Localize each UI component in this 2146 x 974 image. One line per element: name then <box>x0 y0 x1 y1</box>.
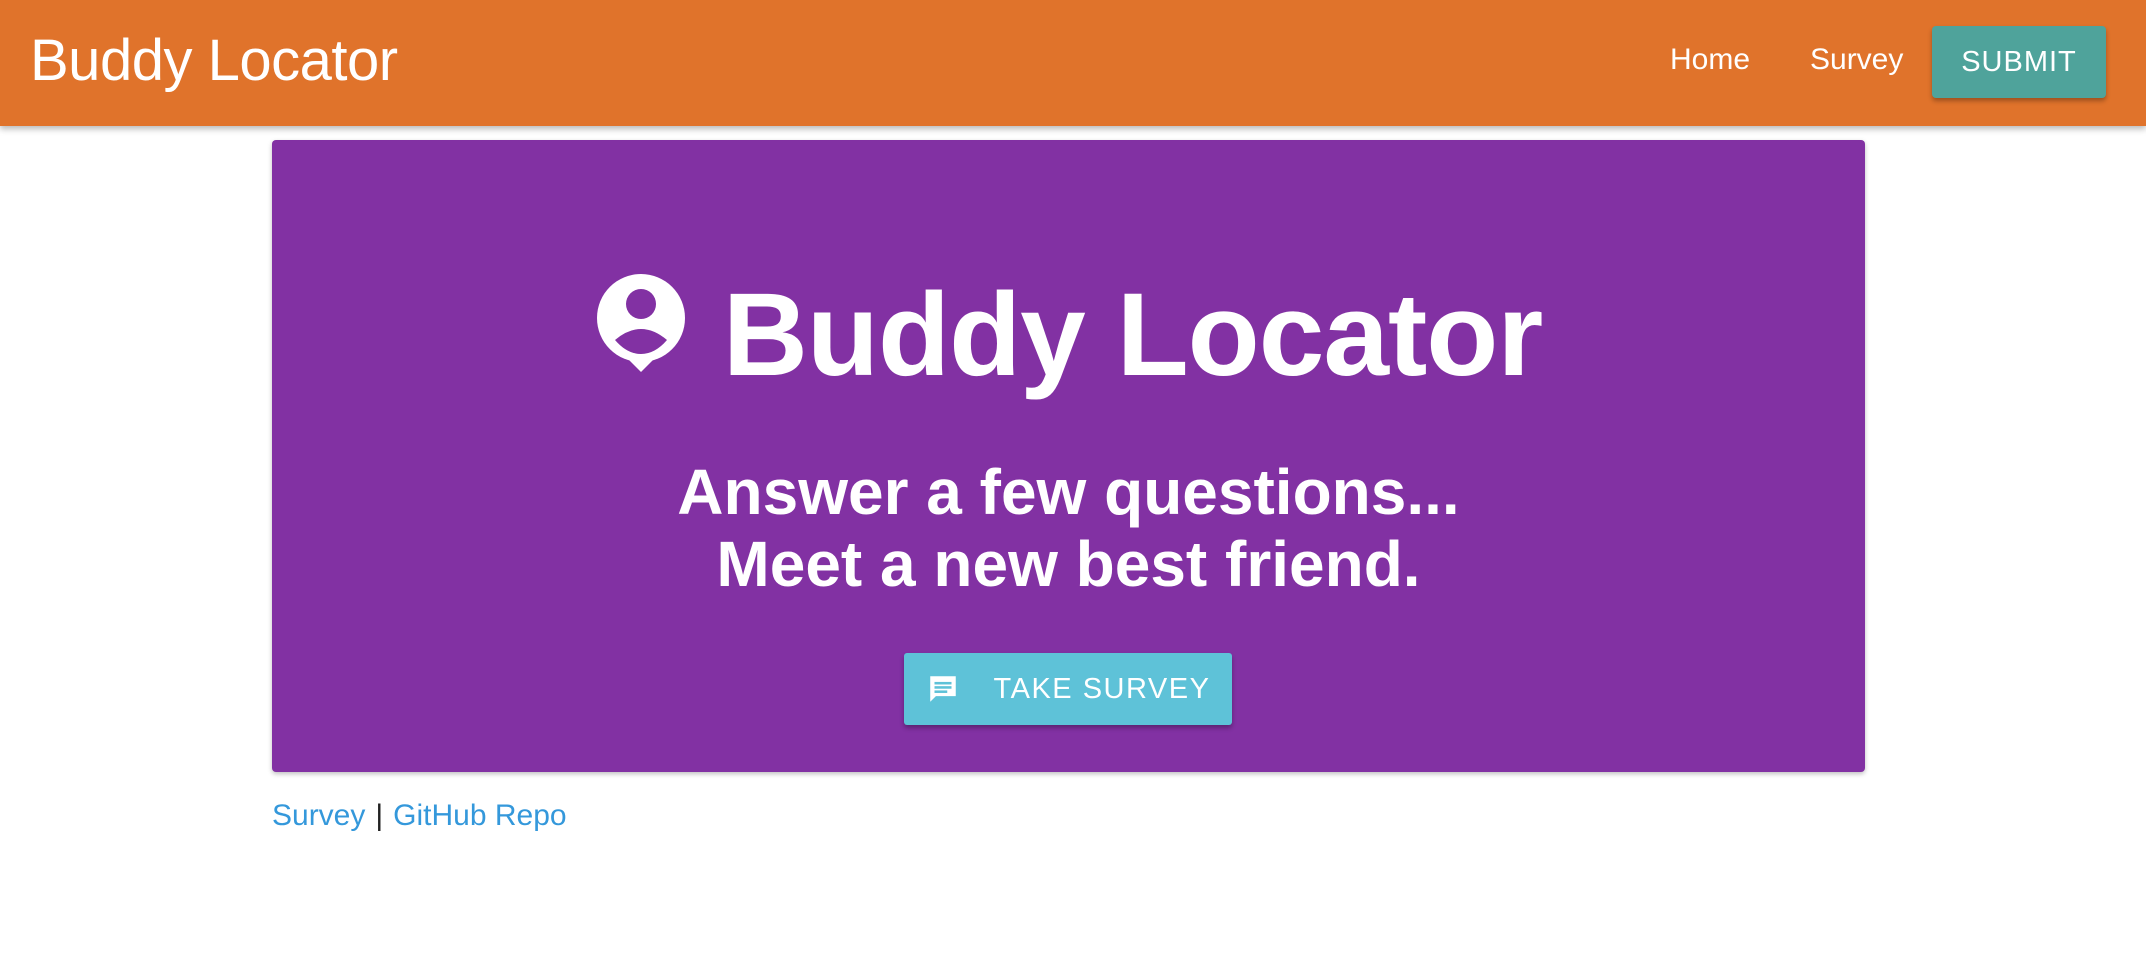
hero-subtitle-line-1: Answer a few questions... <box>677 456 1460 528</box>
take-survey-label: Take Survey <box>993 672 1211 705</box>
brand-link[interactable]: Buddy Locator <box>30 24 398 98</box>
hero-subtitle: Answer a few questions... Meet a new bes… <box>272 456 1865 600</box>
navbar: Buddy Locator Home Survey Submit <box>0 0 2146 126</box>
hero-subtitle-line-2: Meet a new best friend. <box>716 528 1421 600</box>
hero-title: Buddy Locator <box>722 269 1544 401</box>
hero-jumbotron: Buddy Locator Answer a few questions... … <box>272 140 1865 772</box>
chat-bubble-icon <box>929 676 956 702</box>
submit-button[interactable]: Submit <box>1932 26 2106 98</box>
take-survey-button[interactable]: Take Survey <box>904 653 1232 725</box>
footer-separator: | <box>375 799 384 832</box>
person-pin-icon <box>596 274 685 372</box>
footer-links: Survey | GitHub Repo <box>272 795 567 837</box>
footer-link-survey[interactable]: Survey <box>272 799 365 832</box>
hero-title-row: Buddy Locator <box>272 270 1865 400</box>
footer-link-github-repo[interactable]: GitHub Repo <box>393 799 566 832</box>
nav-link-survey[interactable]: Survey <box>1810 38 1903 82</box>
nav-link-home[interactable]: Home <box>1670 38 1750 82</box>
